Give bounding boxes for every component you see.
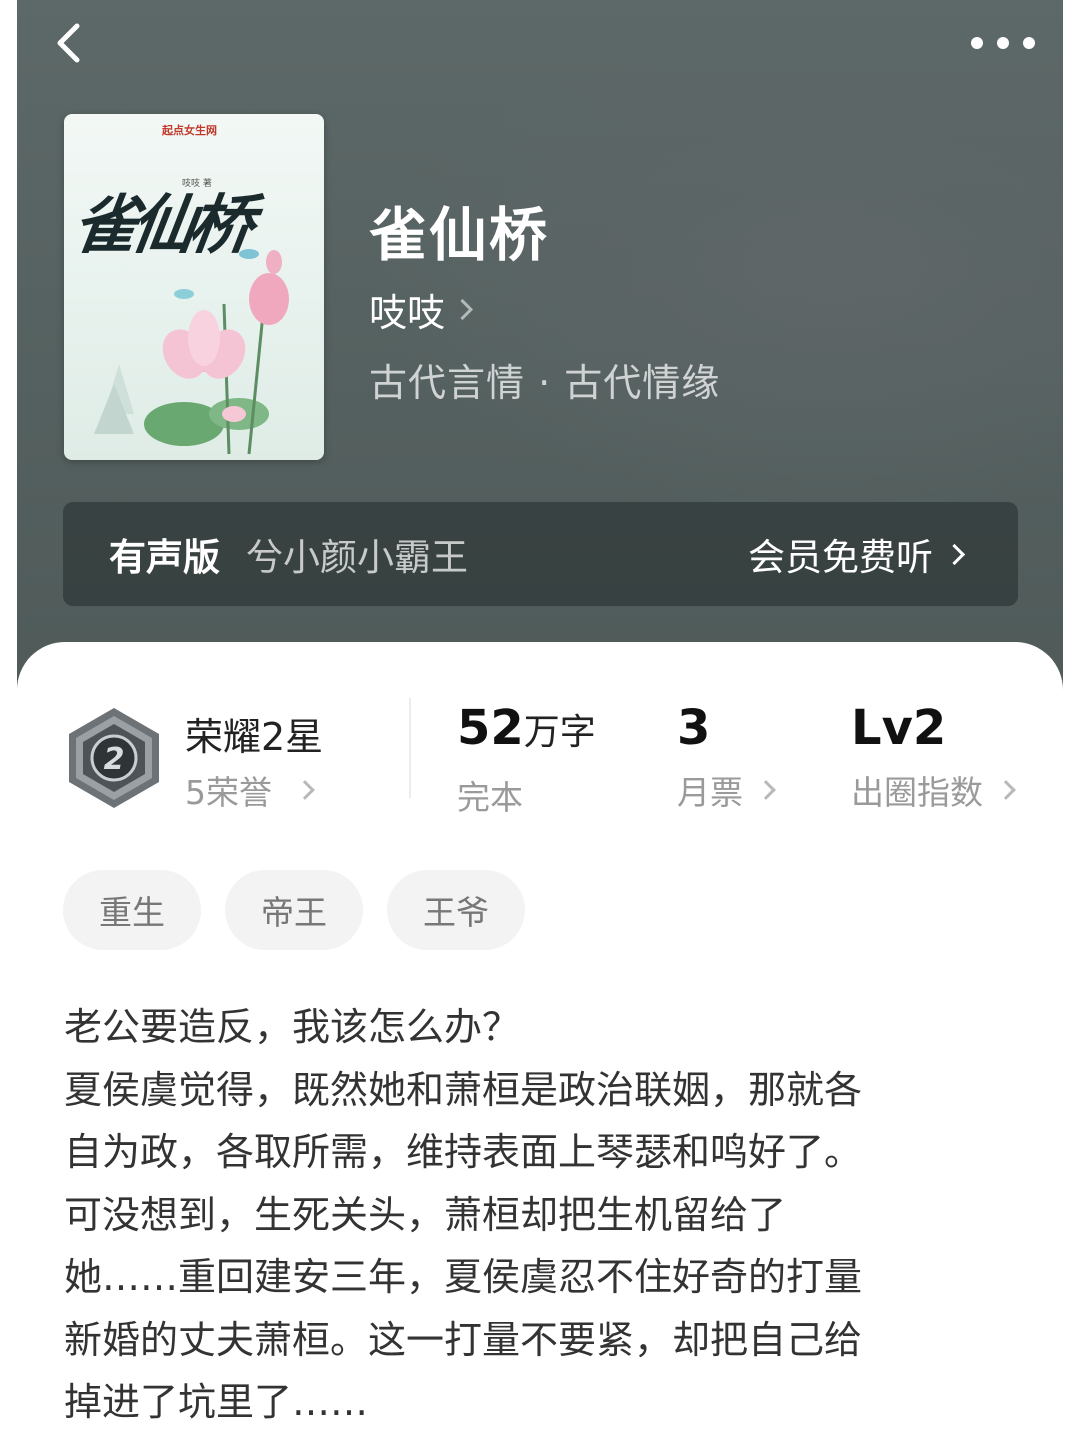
- popularity-label: 出圈指数: [851, 773, 983, 812]
- tag-list: 重生 帝王 王爷: [63, 870, 549, 950]
- author-link[interactable]: 吱吱: [369, 282, 474, 337]
- word-count-value: 52: [457, 700, 524, 756]
- honor-title: 荣耀2星: [185, 715, 324, 759]
- audio-narrator: 兮小颜小霸王: [246, 536, 468, 579]
- hero-header: 起点女生网 吱吱 著 雀仙桥 雀仙桥 吱吱 古代言情 · 古代情缘 有声版 兮小…: [17, 0, 1063, 700]
- genre-label: 古代言情 · 古代情缘: [369, 361, 721, 405]
- more-dot: [1023, 37, 1035, 49]
- cover-art-lotus-icon: [94, 249, 289, 455]
- honor-link[interactable]: 5荣誉: [185, 766, 315, 814]
- tag-chip[interactable]: 帝王: [225, 870, 363, 950]
- chevron-right-icon: [943, 543, 966, 565]
- back-button[interactable]: [45, 18, 95, 68]
- book-cover[interactable]: 起点女生网 吱吱 著 雀仙桥: [64, 114, 324, 460]
- publisher-logo: 起点女生网: [162, 124, 217, 137]
- audio-version-bar[interactable]: 有声版 兮小颜小霸王 会员免费听: [63, 502, 1018, 606]
- book-title: 雀仙桥: [369, 201, 550, 269]
- cover-title-calligraphy: 雀仙桥: [67, 188, 253, 263]
- chevron-left-icon: [57, 23, 80, 63]
- member-free-listen-button[interactable]: 会员免费听: [748, 502, 966, 606]
- tag-chip[interactable]: 重生: [63, 870, 201, 950]
- word-count-unit: 万字: [523, 712, 596, 753]
- tag-chip[interactable]: 王爷: [387, 870, 525, 950]
- chevron-right-icon: [756, 780, 776, 800]
- monthly-votes-value: 3: [677, 700, 711, 756]
- more-horizontal-icon: [971, 37, 983, 49]
- chevron-right-icon: [451, 298, 474, 321]
- stat-words: 52万字 完本: [457, 700, 596, 819]
- honor-badge-icon: 2: [69, 708, 159, 808]
- audio-label: 有声版: [109, 536, 220, 579]
- honor-count: 5荣誉: [185, 773, 272, 812]
- stats-row: 2 荣耀2星 5荣誉 52万字 完本 3 月票 Lv2 出圈指数: [17, 680, 1063, 820]
- member-free-listen-label: 会员免费听: [748, 536, 933, 579]
- monthly-votes-label: 月票: [677, 773, 743, 812]
- more-dot: [997, 37, 1009, 49]
- stat-monthly-votes[interactable]: 3 月票: [677, 700, 776, 814]
- author-name: 吱吱: [369, 291, 446, 335]
- popularity-value: Lv2: [851, 700, 947, 756]
- book-description[interactable]: 老公要造反，我该怎么办？ 夏侯虞觉得，既然她和萧桓是政治联姻，那就各 自为政，各…: [64, 996, 1004, 1434]
- badge-number: 2: [104, 742, 125, 777]
- divider: [409, 698, 411, 798]
- stat-popularity[interactable]: Lv2 出圈指数: [851, 700, 1016, 814]
- book-detail-screen: 起点女生网 吱吱 著 雀仙桥 雀仙桥 吱吱 古代言情 · 古代情缘 有声版 兮小…: [17, 0, 1063, 1441]
- chevron-right-icon: [295, 780, 315, 800]
- chevron-right-icon: [996, 780, 1016, 800]
- completion-status: 完本: [457, 778, 523, 817]
- more-button[interactable]: [971, 26, 1035, 60]
